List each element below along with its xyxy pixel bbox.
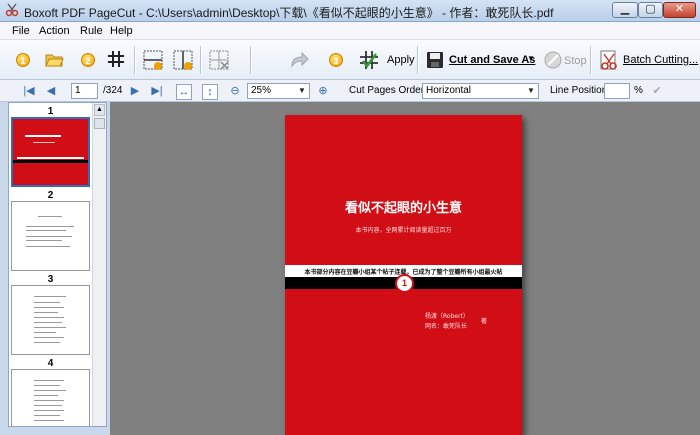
toolbar-separator xyxy=(200,46,202,74)
minimize-button[interactable]: ▁ xyxy=(612,2,638,18)
thumbnail-panel: 1 2 3 4 ▲ xyxy=(8,102,107,427)
thumbnail-page-2[interactable] xyxy=(11,201,90,271)
menu-file[interactable]: File xyxy=(12,25,30,37)
scrollbar-thumb[interactable] xyxy=(94,118,105,129)
cut-order-dropdown-arrow-icon: ▼ xyxy=(527,86,535,95)
apply-label: Apply xyxy=(387,54,415,66)
zoom-select[interactable]: 25% ▼ xyxy=(247,83,310,99)
author-nickname: 网名：敢死队长 xyxy=(425,323,468,330)
first-page-icon[interactable]: |◀ xyxy=(22,84,36,98)
cut-line-marker[interactable]: 1 xyxy=(395,274,414,293)
total-pages-label: /324 xyxy=(103,85,123,96)
zoom-value: 25% xyxy=(251,85,272,96)
apply-grid-check-icon xyxy=(360,51,378,69)
cut-and-save-button[interactable]: Cut and Save As ▼ xyxy=(422,44,538,75)
zoom-in-icon[interactable]: ⊕ xyxy=(316,84,330,98)
last-page-icon[interactable]: ▶| xyxy=(150,84,164,98)
author-name: 杨渡（Robert） xyxy=(425,313,469,320)
stop-label: Stop xyxy=(564,55,587,67)
cut-and-save-label: Cut and Save As xyxy=(449,54,536,66)
confirm-check-icon[interactable]: ✔ xyxy=(650,84,664,98)
author-tag: 著 xyxy=(481,318,488,325)
add-vertical-line-button[interactable] xyxy=(168,44,196,75)
toolbar-separator xyxy=(250,46,252,74)
app-scissors-icon xyxy=(5,3,19,17)
thumbnail-number: 2 xyxy=(47,190,54,201)
book-title: 看似不起眼的小生意 xyxy=(344,201,462,216)
redo-arrow-icon xyxy=(291,51,309,68)
menu-action[interactable]: Action xyxy=(39,25,70,37)
previous-page-icon[interactable]: ◀ xyxy=(44,84,58,98)
menu-help[interactable]: Help xyxy=(110,25,133,37)
menu-bar: File Action Rule Help xyxy=(0,22,700,40)
maximize-button[interactable]: ▢ xyxy=(638,2,663,18)
folder-open-icon xyxy=(45,54,64,67)
zoom-dropdown-arrow-icon: ▼ xyxy=(298,86,306,95)
clear-grid-icon xyxy=(209,50,229,70)
thumbnail-number: 1 xyxy=(47,106,54,117)
window-title: Boxoft PDF PageCut - C:\Users\admin\Desk… xyxy=(24,6,554,20)
pdf-page[interactable]: 看似不起眼的小生意 本书内容，全网累计阅读量超过百万 本书部分内容在豆瓣小组某个… xyxy=(285,115,522,435)
line-position-label: Line Position: xyxy=(550,85,611,96)
percent-label: % xyxy=(634,85,643,96)
navigation-toolbar: |◀ ◀ 1 /324 ▶ ▶| ↔ ↕ ⊖ 25% ▼ ⊕ Cut Pages… xyxy=(0,80,700,102)
cut-order-value: Horizontal xyxy=(426,85,472,96)
step-one-icon: 1 xyxy=(16,53,30,67)
book-subtitle: 本书内容，全网累计阅读量超过百万 xyxy=(355,227,452,234)
stop-button[interactable]: Stop xyxy=(541,44,587,75)
cut-order-label: Cut Pages Order: xyxy=(349,85,427,96)
toolbar-separator xyxy=(417,46,419,74)
current-page-input[interactable]: 1 xyxy=(71,83,98,99)
thumbnail-number: 4 xyxy=(47,358,54,369)
apply-button[interactable]: Apply xyxy=(355,44,415,75)
save-disk-icon xyxy=(427,52,443,68)
grid-button[interactable] xyxy=(102,44,130,75)
fit-width-icon[interactable]: ↔ xyxy=(176,84,192,100)
thumbnail-page-3[interactable] xyxy=(11,285,90,355)
toolbar-separator xyxy=(590,46,592,74)
horizontal-cut-icon xyxy=(143,50,163,70)
thumbnail-scrollbar[interactable]: ▲ xyxy=(92,103,106,426)
dropdown-arrow-icon: ▼ xyxy=(527,54,535,63)
add-horizontal-line-button[interactable] xyxy=(138,44,166,75)
scroll-up-arrow-icon[interactable]: ▲ xyxy=(94,104,105,116)
menu-rule[interactable]: Rule xyxy=(80,25,103,37)
batch-scissors-icon xyxy=(600,50,617,70)
main-toolbar: 1 2 3 Apply Cut and Save As ▼ Stop Batch… xyxy=(0,40,700,80)
vertical-cut-icon xyxy=(173,50,193,70)
stop-icon xyxy=(544,51,562,69)
title-bar: Boxoft PDF PageCut - C:\Users\admin\Desk… xyxy=(0,0,700,22)
step-three-icon: 3 xyxy=(329,53,343,67)
clear-lines-button[interactable] xyxy=(204,44,232,75)
batch-cutting-button[interactable]: Batch Cutting... xyxy=(595,44,698,75)
close-button[interactable]: ✕ xyxy=(663,2,696,18)
grid-icon xyxy=(108,51,124,67)
next-page-icon[interactable]: ▶ xyxy=(128,84,142,98)
step-two-icon: 2 xyxy=(81,53,95,67)
batch-cutting-label: Batch Cutting... xyxy=(623,54,699,66)
line-position-input[interactable] xyxy=(604,83,630,99)
zoom-out-icon[interactable]: ⊖ xyxy=(228,84,242,98)
fit-height-icon[interactable]: ↕ xyxy=(202,84,218,100)
thumbnail-page-4[interactable] xyxy=(11,369,90,426)
open-file-button[interactable] xyxy=(38,44,68,75)
thumbnail-number: 3 xyxy=(47,274,54,285)
page-view[interactable]: 看似不起眼的小生意 本书内容，全网累计阅读量超过百万 本书部分内容在豆瓣小组某个… xyxy=(110,102,700,435)
redo-button[interactable] xyxy=(283,44,313,75)
toolbar-separator xyxy=(134,46,136,74)
cut-order-select[interactable]: Horizontal ▼ xyxy=(422,83,539,99)
thumbnail-page-1[interactable] xyxy=(11,117,90,187)
